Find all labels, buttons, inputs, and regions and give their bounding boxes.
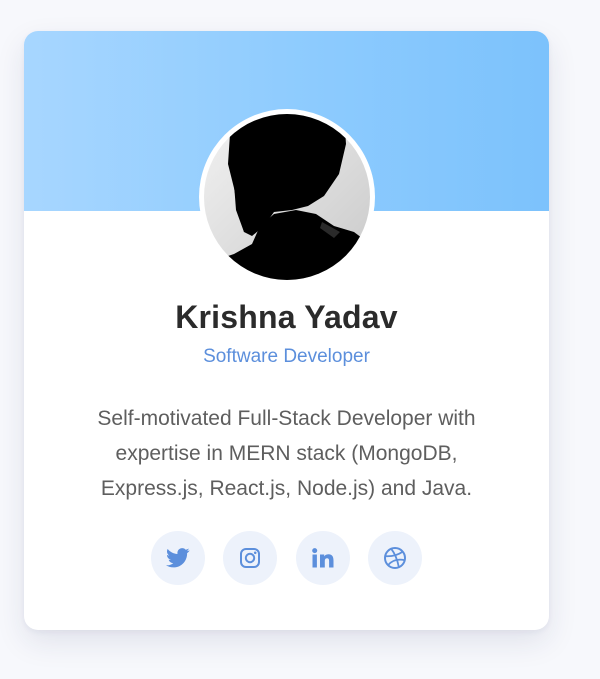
profile-card: Krishna Yadav Software Developer Self-mo…	[24, 31, 549, 630]
instagram-button[interactable]	[223, 531, 277, 585]
twitter-button[interactable]	[151, 531, 205, 585]
social-links	[151, 531, 423, 585]
linkedin-icon	[312, 548, 334, 568]
profile-name: Krishna Yadav	[175, 299, 398, 335]
linkedin-button[interactable]	[296, 531, 350, 585]
dribbble-button[interactable]	[368, 531, 422, 585]
avatar-frame	[199, 109, 375, 285]
profile-role: Software Developer	[203, 346, 370, 367]
avatar	[204, 114, 370, 280]
instagram-icon	[240, 548, 260, 568]
dribbble-icon	[384, 547, 406, 569]
profile-bio: Self-motivated Full-Stack Developer with…	[97, 407, 476, 500]
twitter-icon	[166, 548, 190, 568]
